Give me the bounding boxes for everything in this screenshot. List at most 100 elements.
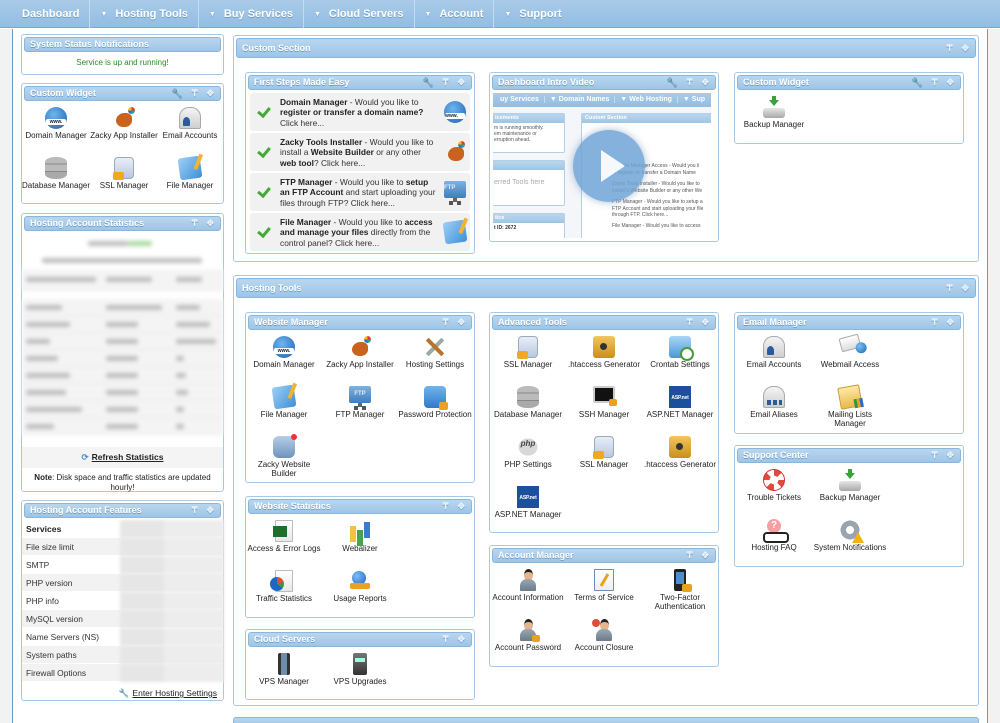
move-icon[interactable]: ✥ xyxy=(961,279,969,297)
pin-icon[interactable]: ₸ xyxy=(947,39,953,57)
tool-two-factor-authentication[interactable]: Two-Factor Authentication xyxy=(642,569,718,611)
nav-buy-services[interactable]: ▼ Buy Services xyxy=(199,0,304,28)
move-icon[interactable]: ✥ xyxy=(961,39,969,57)
pin-icon[interactable]: ₸ xyxy=(947,279,953,297)
tool-backup-manager[interactable]: Backup Manager xyxy=(736,96,812,130)
tool-webalizer[interactable]: Webalizer xyxy=(322,520,398,554)
tool-file-manager[interactable]: File Manager xyxy=(152,155,228,191)
tool-crontab-settings[interactable]: Crontab Settings xyxy=(642,336,718,370)
tool-password-protection[interactable]: Password Protection xyxy=(397,386,473,420)
nav-cloud-servers[interactable]: ▼ Cloud Servers xyxy=(304,0,415,28)
pin-icon[interactable]: ₸ xyxy=(443,76,449,89)
nav-dashboard[interactable]: Dashboard xyxy=(12,0,91,28)
pin-icon[interactable]: ₸ xyxy=(443,633,449,646)
pin-icon[interactable]: ₸ xyxy=(687,549,693,562)
widget-header: Hosting Account Features ₸ ✥ xyxy=(24,503,221,518)
tool-vps-manager[interactable]: VPS Manager xyxy=(246,653,322,687)
tool-system-notifications[interactable]: System Notifications xyxy=(812,519,888,553)
tool-hosting-settings[interactable]: Hosting Settings xyxy=(397,336,473,370)
refresh-statistics-link[interactable]: Refresh Statistics xyxy=(92,452,164,462)
move-icon[interactable]: ✥ xyxy=(457,76,465,89)
tool-aspnet-manager[interactable]: ASP.NET Manager xyxy=(642,386,718,420)
tool-access-error-logs[interactable]: Access & Error Logs xyxy=(246,520,322,554)
tool-ssl-manager[interactable]: SSL Manager xyxy=(490,336,566,370)
pin-icon[interactable]: ₸ xyxy=(192,217,198,230)
tool-domain-manager[interactable]: Domain Manager xyxy=(18,107,94,141)
tool-ftp-manager[interactable]: FTP Manager xyxy=(322,386,398,420)
file-manager-icon xyxy=(177,155,203,181)
tool-ssh-manager[interactable]: SSH Manager xyxy=(566,386,642,420)
move-icon[interactable]: ✥ xyxy=(206,217,214,230)
tool-account-closure[interactable]: Account Closure xyxy=(566,619,642,653)
tool-aspnet-manager-2[interactable]: ASP.NET Manager xyxy=(490,486,566,520)
enter-hosting-settings-row: 🔧 Enter Hosting Settings xyxy=(22,682,223,699)
pin-icon[interactable]: ₸ xyxy=(932,449,938,462)
tool-database-manager[interactable]: Database Manager xyxy=(490,386,566,420)
video-preview-panel: icements m is running smoothly. em mainte… xyxy=(493,113,565,153)
tool-terms-of-service[interactable]: Terms of Service xyxy=(566,569,642,603)
tool-database-manager[interactable]: Database Manager xyxy=(18,157,94,191)
nav-account[interactable]: ▼ Account xyxy=(415,0,495,28)
step-ftp-manager[interactable]: FTP Manager - Would you like to setup an… xyxy=(250,173,470,211)
tool-traffic-statistics[interactable]: Traffic Statistics xyxy=(246,570,322,604)
enter-hosting-settings-link[interactable]: Enter Hosting Settings xyxy=(132,688,217,698)
pin-icon[interactable]: ₸ xyxy=(687,316,693,329)
tool-webmail-access[interactable]: Webmail Access xyxy=(812,333,888,370)
tool-php-settings[interactable]: PHP Settings xyxy=(490,436,566,470)
wrench-icon[interactable]: 🔧 xyxy=(423,76,434,89)
move-icon[interactable]: ✥ xyxy=(701,316,709,329)
tool-account-information[interactable]: Account Information xyxy=(490,569,566,603)
tool-backup-manager[interactable]: Backup Manager xyxy=(812,469,888,503)
password-folder-icon xyxy=(424,386,448,410)
move-icon[interactable]: ✥ xyxy=(457,633,465,646)
tool-htaccess-generator[interactable]: .htaccess Generator xyxy=(566,336,642,370)
tool-trouble-tickets[interactable]: Trouble Tickets xyxy=(736,469,812,503)
nav-support[interactable]: ▼ Support xyxy=(494,0,571,28)
tool-file-manager[interactable]: File Manager xyxy=(246,384,322,420)
move-icon[interactable]: ✥ xyxy=(946,76,954,89)
tool-ssl-manager-2[interactable]: SSL Manager xyxy=(566,436,642,470)
tool-domain-manager[interactable]: Domain Manager xyxy=(246,336,322,370)
step-domain-manager[interactable]: Domain Manager - Would you like to regis… xyxy=(250,93,470,131)
wrench-icon[interactable]: 🔧 xyxy=(667,76,678,89)
pin-icon[interactable]: ₸ xyxy=(192,504,198,517)
pin-icon[interactable]: ₸ xyxy=(932,316,938,329)
pin-icon[interactable]: ₸ xyxy=(192,87,198,100)
tool-htaccess-generator-2[interactable]: .htaccess Generator xyxy=(642,436,718,470)
tool-email-aliases[interactable]: Email Aliases xyxy=(736,386,812,420)
move-icon[interactable]: ✥ xyxy=(457,500,465,513)
tool-ssl-manager[interactable]: SSL Manager xyxy=(86,157,162,191)
pin-icon[interactable]: ₸ xyxy=(932,76,938,89)
move-icon[interactable]: ✥ xyxy=(701,76,709,89)
step-file-manager[interactable]: File Manager - Would you like to access … xyxy=(250,213,470,251)
wrench-icon[interactable]: 🔧 xyxy=(912,76,923,89)
video-player[interactable]: uy Services ▼ Domain Names ▼ Web Hosting ▼ … xyxy=(493,93,711,238)
pin-icon[interactable]: ₸ xyxy=(443,316,449,329)
wrench-icon[interactable]: 🔧 xyxy=(172,87,183,100)
section-title: Custom Section xyxy=(242,43,311,53)
tool-mailing-lists-manager[interactable]: Mailing Lists Manager xyxy=(812,384,888,428)
move-icon[interactable]: ✥ xyxy=(946,316,954,329)
tool-account-password[interactable]: Account Password xyxy=(490,619,566,653)
move-icon[interactable]: ✥ xyxy=(206,504,214,517)
tool-usage-reports[interactable]: Usage Reports xyxy=(322,570,398,604)
tool-vps-upgrades[interactable]: VPS Upgrades xyxy=(322,653,398,687)
features-row-label: File size limit xyxy=(26,542,74,552)
widget-title: First Steps Made Easy xyxy=(254,77,350,87)
nav-hosting-tools[interactable]: ▼ Hosting Tools xyxy=(90,0,199,28)
move-icon[interactable]: ✥ xyxy=(457,316,465,329)
email-accounts-icon xyxy=(763,336,785,358)
tool-zacky-app-installer[interactable]: Zacky App Installer xyxy=(86,107,162,141)
play-button-icon[interactable] xyxy=(573,130,645,202)
move-icon[interactable]: ✥ xyxy=(701,549,709,562)
move-icon[interactable]: ✥ xyxy=(946,449,954,462)
tool-zacky-app-installer[interactable]: Zacky App Installer xyxy=(322,336,398,370)
tool-email-accounts[interactable]: Email Accounts xyxy=(152,107,228,141)
tool-zacky-website-builder[interactable]: Zacky Website Builder xyxy=(246,434,322,478)
pin-icon[interactable]: ₸ xyxy=(687,76,693,89)
step-zacky-tools-installer[interactable]: Zacky Tools Installer - Would you like t… xyxy=(250,133,470,171)
tool-email-accounts[interactable]: Email Accounts xyxy=(736,336,812,370)
pin-icon[interactable]: ₸ xyxy=(443,500,449,513)
tool-hosting-faq[interactable]: Hosting FAQ xyxy=(736,519,812,553)
move-icon[interactable]: ✥ xyxy=(206,87,214,100)
